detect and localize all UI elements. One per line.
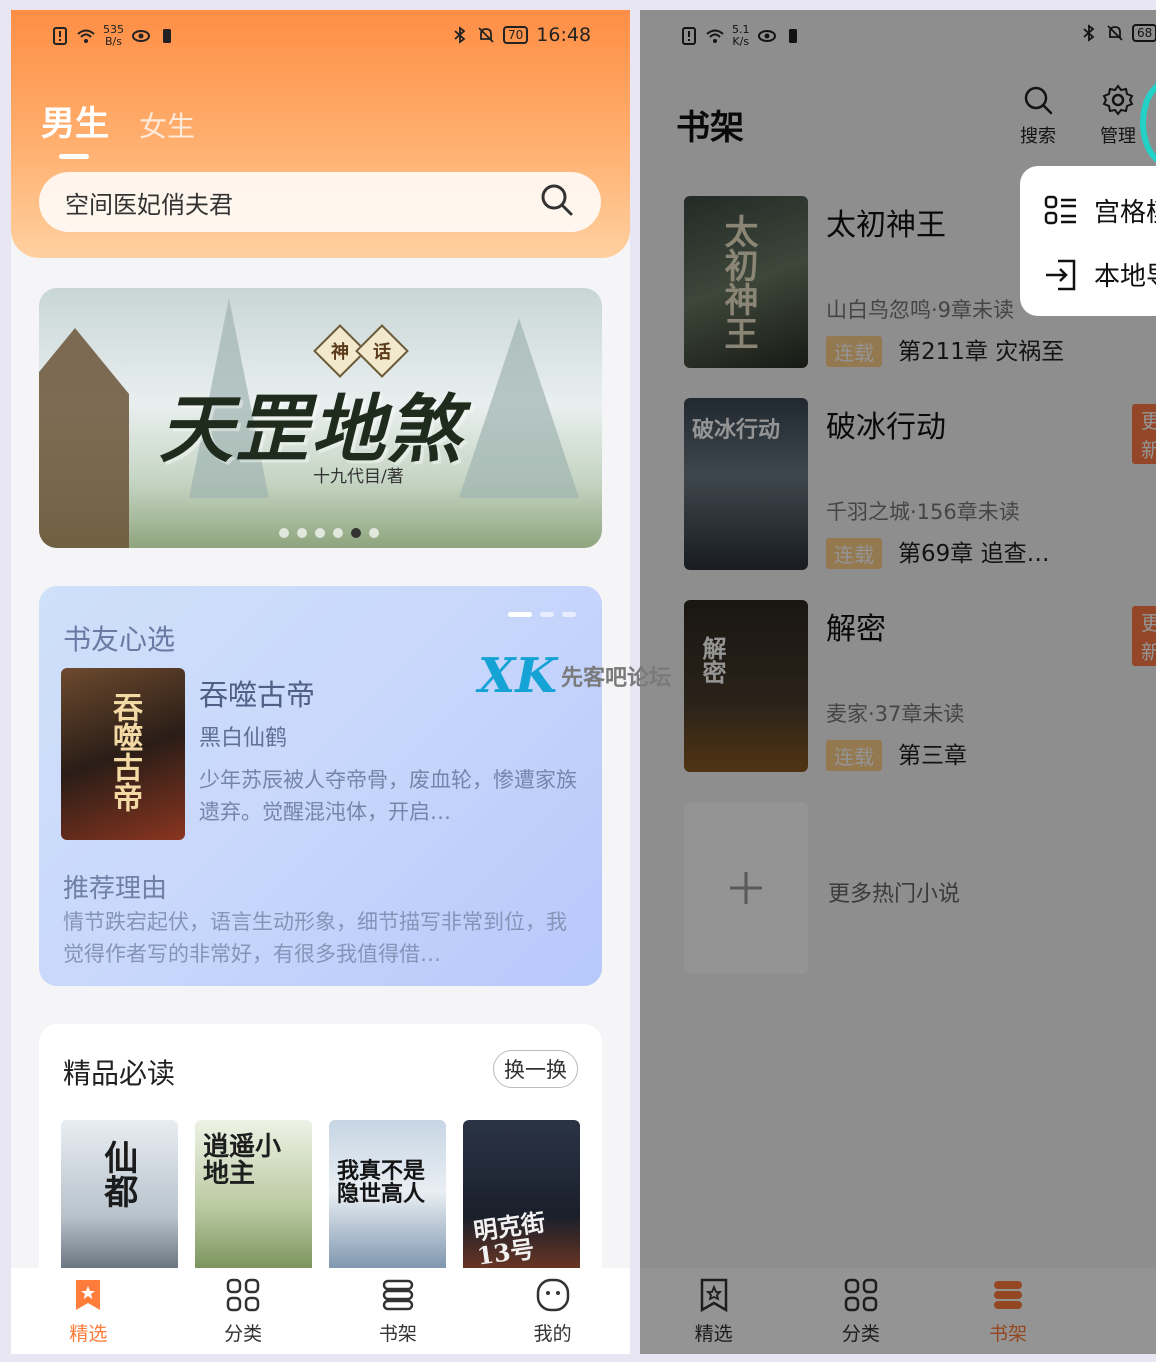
wifi-icon — [77, 27, 95, 45]
tab-female[interactable]: 女生 — [139, 105, 195, 145]
battery-level: 70 — [503, 26, 529, 44]
tab-male[interactable]: 男生 — [41, 96, 109, 159]
bookmark-star-icon — [76, 1279, 101, 1310]
import-icon — [1046, 259, 1076, 290]
carousel-dots — [279, 528, 379, 538]
grid-icon — [226, 1278, 260, 1311]
nav-category[interactable]: 分类 — [166, 1268, 321, 1354]
menu-item-grid-mode[interactable]: 宫格模式 — [1044, 192, 1156, 229]
eye-icon — [132, 27, 150, 45]
book-author: 黑白仙鹤 — [199, 726, 288, 751]
book-description: 少年苏辰被人夺帝骨，废血轮，惨遭家族遗弃。觉醒混沌体，开启… — [199, 768, 577, 824]
nav-featured[interactable]: 精选 — [11, 1268, 166, 1354]
bottom-nav: 精选 分类 书架 我的 — [11, 1268, 630, 1354]
banner-title: 天罡地煞 — [159, 387, 463, 473]
reason-text: 情节跌宕起伏，语言生动形象，细节描写非常到位，我觉得作者写的非常好，有很多我值得… — [63, 910, 567, 966]
list-grid-icon — [1044, 195, 1076, 224]
nav-bookshelf[interactable]: 书架 — [321, 1268, 476, 1354]
nav-profile[interactable]: 我的 — [475, 1268, 630, 1354]
book-cover[interactable]: 逍遥小地主 — [195, 1120, 312, 1280]
home-header: 535 B/s 70 16:48 男生 女生 — [11, 10, 630, 258]
watermark: XK 先客吧论坛 — [478, 648, 671, 704]
network-speed: 535 B/s — [103, 23, 124, 48]
search-bar[interactable] — [39, 172, 601, 232]
reader-pick-card[interactable]: 书友心选 吞噬古帝 吞噬古帝 黑白仙鹤 少年苏辰被人夺帝骨，废血轮，惨遭家族遗弃… — [39, 586, 602, 986]
manage-menu: 宫格模式 本地导入 — [1020, 166, 1156, 316]
bookshelf-screen: 5.1 K/s 68 书架 搜索 管理 太初神王 太初神王 山白鸟忽鸣·9章未读 … — [640, 10, 1156, 1354]
menu-item-local-import[interactable]: 本地导入 — [1044, 256, 1156, 293]
promo-banner[interactable]: 神 话 天罡地煞 十九代目/著 — [39, 288, 602, 548]
section-title: 书友心选 — [63, 623, 176, 656]
book-cover[interactable]: 仙都 — [61, 1120, 178, 1280]
gender-tabs: 男生 女生 — [41, 96, 195, 159]
reason-label: 推荐理由 — [63, 874, 168, 904]
status-bar: 535 B/s 70 16:48 — [11, 10, 630, 64]
profile-face-icon — [536, 1278, 569, 1311]
bluetooth-icon — [451, 26, 469, 44]
book-cover[interactable]: 吞噬古帝 — [61, 668, 185, 840]
book-title[interactable]: 吞噬古帝 — [199, 672, 315, 714]
book-cover[interactable]: 明克街13号 — [463, 1120, 580, 1280]
banner-author: 十九代目/著 — [313, 467, 404, 487]
card-pager — [508, 612, 576, 617]
search-input[interactable] — [65, 188, 539, 216]
section-title: 精品必读 — [63, 1057, 176, 1090]
search-icon[interactable] — [539, 182, 575, 222]
book-cover[interactable]: 我真不是隐世高人 — [329, 1120, 446, 1280]
battery-saver-icon — [158, 27, 176, 45]
bookshelf-icon — [382, 1279, 414, 1310]
alert-icon — [51, 27, 69, 45]
genre-tag: 神 话 — [313, 324, 409, 378]
clock: 16:48 — [536, 24, 592, 46]
mute-icon — [477, 26, 495, 44]
refresh-button[interactable]: 换一换 — [493, 1050, 578, 1088]
